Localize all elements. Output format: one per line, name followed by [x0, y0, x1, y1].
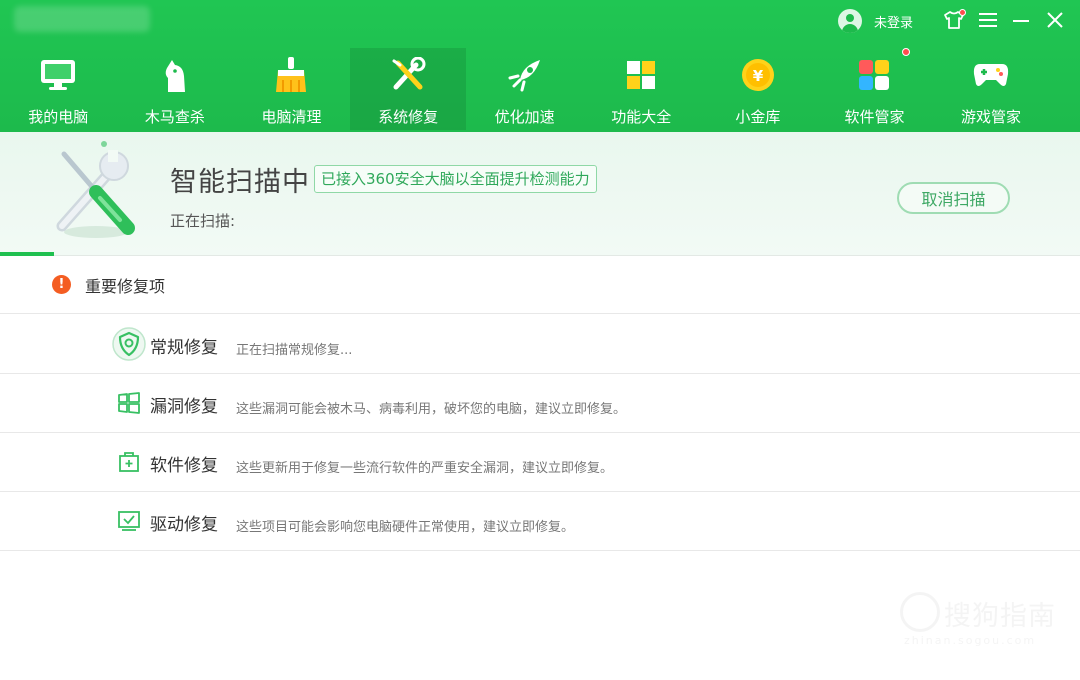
repair-row-title: 常规修复	[150, 338, 218, 358]
nav-item-optimize[interactable]: 优化加速	[466, 48, 583, 130]
scan-panel: 智能扫描中 已接入360安全大脑以全面提升检测能力 正在扫描: 取消扫描	[0, 132, 1080, 256]
app-logo	[14, 6, 150, 32]
windows-icon	[112, 386, 146, 420]
nav-item-system-repair[interactable]: 系统修复	[349, 48, 467, 130]
grid-icon	[622, 56, 660, 94]
sogou-watermark: 搜狗指南 zhinan.sogou.com	[900, 590, 1060, 650]
nav-label: 游戏管家	[961, 108, 1022, 126]
minimize-button[interactable]	[1009, 8, 1033, 32]
wrench-screwdriver-icon	[389, 56, 427, 94]
watermark-text: 搜狗指南	[944, 601, 1056, 632]
nav-label: 小金库	[735, 108, 781, 126]
repair-row-general[interactable]: 常规修复 正在扫描常规修复...	[0, 315, 1080, 374]
section-title: 重要修复项	[85, 276, 166, 296]
repair-row-desc: 正在扫描常规修复...	[236, 343, 353, 358]
nav-label: 木马查杀	[144, 108, 205, 126]
scan-title: 智能扫描中	[170, 167, 310, 198]
nav-label: 系统修复	[378, 108, 439, 126]
nav-label: 电脑清理	[261, 108, 322, 126]
nav-item-games[interactable]: 游戏管家	[933, 48, 1050, 130]
nav-item-software[interactable]: 软件管家	[816, 48, 933, 130]
repair-row-desc: 这些更新用于修复一些流行软件的严重安全漏洞，建议立即修复。	[236, 461, 614, 476]
shield-icon	[112, 327, 146, 361]
nav-item-trojan-scan[interactable]: 木马查杀	[117, 48, 234, 130]
menu-button[interactable]	[976, 8, 1000, 32]
nav-label: 优化加速	[494, 108, 555, 126]
close-button[interactable]	[1043, 8, 1067, 32]
repair-row-title: 漏洞修复	[150, 397, 218, 417]
monitor-icon	[39, 56, 77, 94]
close-icon	[1047, 12, 1063, 28]
nav-label: 软件管家	[844, 108, 905, 126]
login-button[interactable]: 未登录	[838, 8, 913, 34]
nav-item-vault[interactable]: ¥ 小金库	[700, 48, 817, 130]
skin-button[interactable]	[942, 8, 966, 32]
repair-row-vulnerability[interactable]: 漏洞修复 这些漏洞可能会被木马、病毒利用，破坏您的电脑，建议立即修复。	[0, 374, 1080, 433]
gamepad-icon	[972, 56, 1010, 94]
avatar-icon	[838, 9, 862, 33]
nav-label: 我的电脑	[28, 108, 89, 126]
nav-label: 功能大全	[611, 108, 672, 126]
rocket-icon	[506, 56, 544, 94]
repair-row-desc: 这些漏洞可能会被木马、病毒利用，破坏您的电脑，建议立即修复。	[236, 402, 627, 417]
warning-icon: !	[52, 275, 71, 294]
main-nav: 我的电脑 木马查杀 电脑清理 系统修复 优化加速 功能大全 ¥ 小金库 软件管家…	[0, 48, 1080, 132]
menu-icon	[979, 13, 997, 27]
repair-row-software[interactable]: 软件修复 这些更新用于修复一些流行软件的严重安全漏洞，建议立即修复。	[0, 433, 1080, 492]
apps-icon	[855, 56, 893, 94]
repair-row-desc: 这些项目可能会影响您电脑硬件正常使用，建议立即修复。	[236, 520, 575, 535]
minimize-icon	[1013, 20, 1029, 22]
driver-check-icon	[112, 504, 146, 538]
important-repairs-header[interactable]: ! 重要修复项	[0, 256, 1080, 314]
security-brain-badge: 已接入360安全大脑以全面提升检测能力	[314, 165, 597, 193]
nav-item-cleanup[interactable]: 电脑清理	[233, 48, 350, 130]
skin-notify-dot	[959, 9, 966, 16]
broom-icon	[272, 56, 310, 94]
software-notify-dot	[902, 48, 911, 56]
repair-tools-illustration	[56, 141, 135, 238]
scan-status-text: 正在扫描:	[170, 212, 236, 230]
coin-icon: ¥	[739, 56, 777, 94]
sogou-logo-icon	[900, 592, 940, 632]
top-header: 未登录 我的电脑 木马查杀 电脑清理 系统修复 优化加速 功能大全 ¥ 小金库 …	[0, 0, 1080, 132]
svg-text:¥: ¥	[753, 67, 764, 85]
nav-item-my-computer[interactable]: 我的电脑	[0, 48, 117, 130]
nav-item-features[interactable]: 功能大全	[583, 48, 700, 130]
software-box-icon	[112, 445, 146, 479]
cancel-scan-button[interactable]: 取消扫描	[897, 182, 1010, 214]
repair-row-title: 软件修复	[150, 456, 218, 476]
repair-row-title: 驱动修复	[150, 515, 218, 535]
repair-row-driver[interactable]: 驱动修复 这些项目可能会影响您电脑硬件正常使用，建议立即修复。	[0, 492, 1080, 551]
login-label: 未登录	[874, 15, 914, 31]
horse-icon	[156, 56, 194, 94]
watermark-url: zhinan.sogou.com	[904, 634, 1037, 647]
